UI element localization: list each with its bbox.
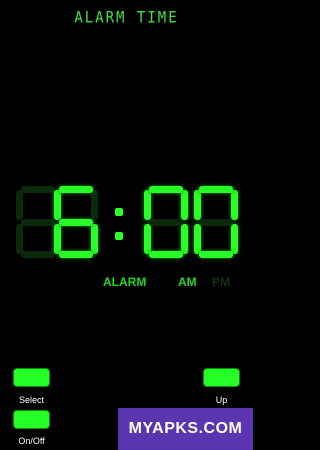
colon-top-dot [115,208,123,216]
clock-labels: ALARM AM PM [0,275,253,291]
alarm-mode-label: ALARM [103,275,147,289]
select-button-label: Select [18,395,44,405]
colon-bottom-dot [115,232,123,240]
pm-indicator: PM [212,275,230,289]
minute-ones-digit [194,186,238,258]
minute-tens-digit [144,186,188,258]
clock-display [16,186,256,258]
onoff-button[interactable] [13,410,50,429]
onoff-button-label: On/Off [18,436,45,446]
am-indicator: AM [178,275,197,289]
up-button-label: Up [215,395,228,405]
screen-title: ALARM TIME [74,8,179,28]
watermark-banner: MYAPKS.COM [118,408,253,450]
select-button[interactable] [13,368,50,387]
hour-ones-digit [54,186,98,258]
up-button[interactable] [203,368,240,387]
